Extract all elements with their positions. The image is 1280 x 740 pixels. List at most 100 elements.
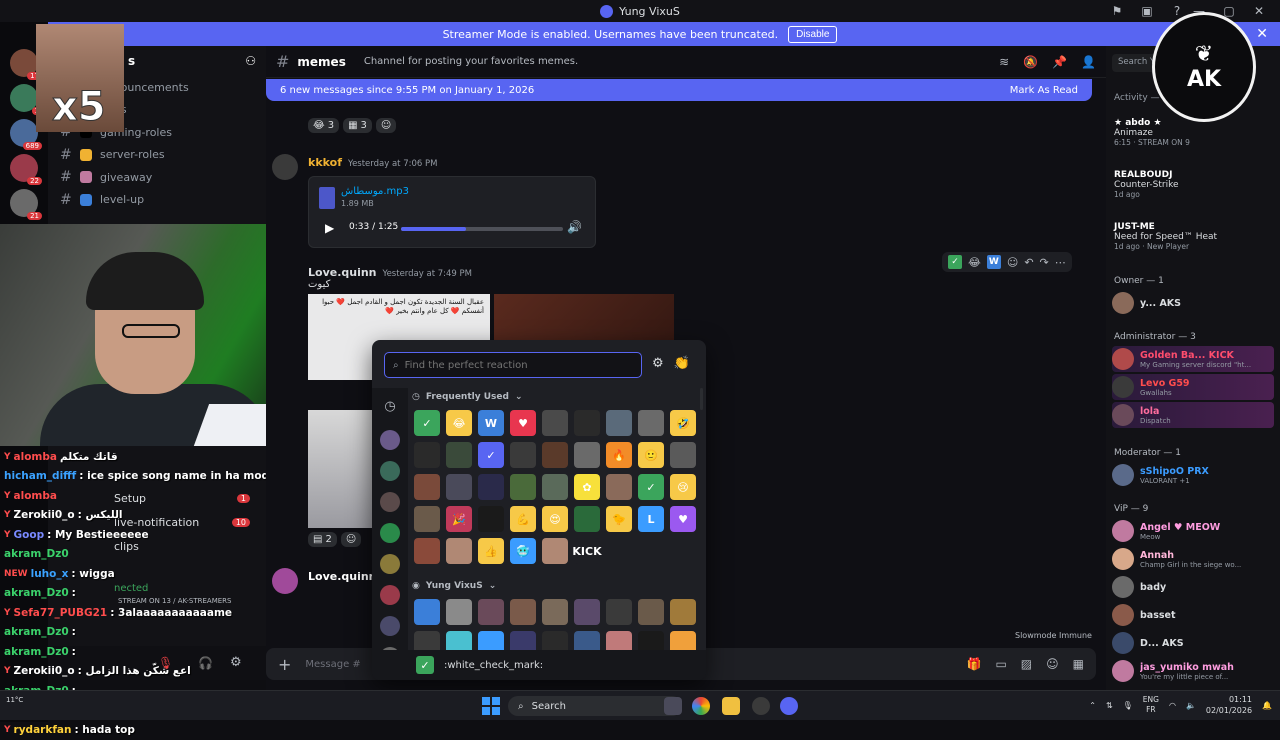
clap-emoji-icon[interactable]: 👏 bbox=[674, 356, 690, 371]
emoji-option[interactable] bbox=[670, 442, 696, 468]
task-view-icon[interactable] bbox=[664, 697, 682, 715]
notification-bell-icon[interactable]: 🔕 bbox=[1023, 55, 1038, 69]
member-item[interactable]: D... AKS bbox=[1112, 630, 1274, 656]
channel-level-up[interactable]: # level-up bbox=[48, 189, 266, 212]
tray-chevron-icon[interactable]: ⌃ bbox=[1089, 701, 1096, 710]
emoji-option[interactable]: KICK bbox=[572, 538, 602, 564]
screen-share-icon[interactable]: ▣ bbox=[1134, 0, 1160, 22]
server-icon-3[interactable]: 22 bbox=[10, 154, 42, 185]
image-attachment-3[interactable] bbox=[308, 410, 372, 528]
network-icon[interactable]: ⇅ bbox=[1106, 701, 1113, 710]
emoji-option[interactable]: ✓ bbox=[478, 442, 504, 468]
member-item[interactable]: Annah Champ Girl in the siege wo... bbox=[1112, 546, 1274, 572]
emoji-option[interactable] bbox=[574, 410, 600, 436]
category-server-2[interactable] bbox=[380, 461, 400, 481]
server-emoji-option[interactable] bbox=[414, 599, 440, 625]
server-emoji-option[interactable] bbox=[446, 599, 472, 625]
emoji-option[interactable] bbox=[414, 538, 440, 564]
emoji-option[interactable]: 😍 bbox=[542, 506, 568, 532]
channel-giveaway[interactable]: # giveaway bbox=[48, 166, 266, 189]
add-reaction-button[interactable]: ☺ bbox=[375, 118, 397, 133]
emoji-option[interactable] bbox=[446, 474, 472, 500]
member-item[interactable]: y... AKS bbox=[1112, 290, 1274, 316]
member-item[interactable]: Angel ♥ MEOW Meow bbox=[1112, 518, 1274, 544]
reaction-image[interactable]: ▦ 3 bbox=[343, 118, 372, 133]
discord-taskbar-icon[interactable] bbox=[780, 697, 798, 715]
new-messages-bar[interactable]: 6 new messages since 9:55 PM on January … bbox=[266, 79, 1092, 101]
server-icon-1[interactable]: 1 bbox=[10, 84, 42, 115]
chrome-icon[interactable] bbox=[692, 697, 710, 715]
category-server-6[interactable] bbox=[380, 585, 400, 605]
server-emoji-option[interactable] bbox=[606, 599, 632, 625]
emoji-option[interactable] bbox=[606, 410, 632, 436]
emoji-settings-icon[interactable]: ⚙ bbox=[652, 356, 664, 371]
threads-icon[interactable]: ≋ bbox=[999, 55, 1009, 69]
server-emoji-option[interactable] bbox=[478, 599, 504, 625]
server-icon-4[interactable]: 21 bbox=[10, 189, 42, 220]
emoji-option[interactable] bbox=[446, 538, 472, 564]
inbox-icon[interactable]: ⚑ bbox=[1104, 0, 1130, 22]
emoji-option[interactable]: 🥶 bbox=[510, 538, 536, 564]
message-author[interactable]: Love.quinn Yesterday at 7:49 PM bbox=[308, 266, 472, 279]
emoji-option[interactable]: 😢 bbox=[670, 474, 696, 500]
gif-icon[interactable]: ▭ bbox=[995, 657, 1006, 671]
emoji-option[interactable] bbox=[478, 506, 504, 532]
emoji-option[interactable] bbox=[510, 442, 536, 468]
server-emoji-option[interactable] bbox=[542, 599, 568, 625]
author-name[interactable]: Love.quinn bbox=[308, 266, 377, 279]
emoji-option[interactable] bbox=[510, 474, 536, 500]
emoji-option[interactable] bbox=[638, 410, 664, 436]
emoji-option[interactable]: 🤣 bbox=[670, 410, 696, 436]
windows-start-icon[interactable] bbox=[482, 697, 500, 715]
emoji-option[interactable]: 😂 bbox=[446, 410, 472, 436]
member-item[interactable]: lola Dispatch bbox=[1112, 402, 1274, 428]
emoji-option[interactable] bbox=[414, 474, 440, 500]
taskbar-search[interactable]: ⌕ Search bbox=[508, 696, 682, 716]
disable-streamer-mode-button[interactable]: Disable bbox=[788, 25, 838, 43]
section-frequently-used[interactable]: ◷ Frequently Used ⌄ bbox=[412, 392, 522, 402]
category-server-7[interactable] bbox=[380, 616, 400, 636]
emoji-option[interactable] bbox=[446, 442, 472, 468]
category-server-5[interactable] bbox=[380, 554, 400, 574]
emoji-option[interactable] bbox=[542, 538, 568, 564]
member-item[interactable]: basset bbox=[1112, 602, 1274, 628]
recent-clock-icon[interactable]: ◷ bbox=[380, 399, 400, 419]
volume-tray-icon[interactable]: 🔈 bbox=[1186, 701, 1196, 710]
category-server-1[interactable] bbox=[380, 430, 400, 450]
category-server-4[interactable] bbox=[380, 523, 400, 543]
attach-plus-icon[interactable]: + bbox=[278, 655, 291, 674]
wifi-icon[interactable]: ◠ bbox=[1169, 701, 1176, 710]
volume-icon[interactable]: 🔊 bbox=[567, 220, 582, 234]
section-server[interactable]: ◉ Yung VixuS ⌄ bbox=[412, 581, 496, 591]
server-emoji-option[interactable] bbox=[510, 599, 536, 625]
gift-icon[interactable]: 🎁 bbox=[967, 657, 982, 671]
audio-filename[interactable]: موسطاش.mp3 bbox=[341, 186, 409, 197]
member-item[interactable]: jas_yumiko mwah You're my little piece of… bbox=[1112, 658, 1274, 684]
emoji-option[interactable]: 👍 bbox=[478, 538, 504, 564]
w-reaction-icon[interactable]: W bbox=[986, 255, 1001, 269]
emoji-option[interactable] bbox=[542, 474, 568, 500]
message-author[interactable]: kkkof Yesterday at 7:06 PM bbox=[308, 156, 437, 169]
member-item[interactable]: bady bbox=[1112, 574, 1274, 600]
member-item[interactable]: Levo G59 Gwallahs bbox=[1112, 374, 1274, 400]
emoji-search-field[interactable]: ⌕ bbox=[384, 352, 642, 378]
emoji-search-input[interactable] bbox=[404, 359, 625, 371]
close-banner-icon[interactable]: ✕ bbox=[1256, 26, 1268, 42]
clock[interactable]: 01:11 02/01/2026 bbox=[1206, 694, 1252, 716]
emoji-option[interactable]: 💪 bbox=[510, 506, 536, 532]
more-icon[interactable]: ⋯ bbox=[1055, 256, 1066, 269]
emoji-option[interactable] bbox=[478, 474, 504, 500]
author-name[interactable]: Love.quinn bbox=[308, 570, 377, 583]
message-input-placeholder[interactable]: Message # bbox=[305, 659, 360, 670]
mark-as-read-button[interactable]: Mark As Read bbox=[1010, 85, 1078, 96]
avatar[interactable] bbox=[272, 568, 298, 594]
add-member-icon[interactable]: ⚇ bbox=[245, 54, 256, 68]
emoji-option[interactable] bbox=[542, 410, 568, 436]
emoji-option[interactable]: ♥ bbox=[510, 410, 536, 436]
emoji-option[interactable]: W bbox=[478, 410, 504, 436]
channel-server-roles[interactable]: # server-roles bbox=[48, 144, 266, 167]
add-reaction-button-2[interactable]: ☺ bbox=[340, 532, 362, 547]
laugh-reaction-icon[interactable]: 😂 bbox=[968, 256, 981, 269]
emoji-option[interactable]: ✿ bbox=[574, 474, 600, 500]
forward-icon[interactable]: ↷ bbox=[1040, 256, 1049, 269]
